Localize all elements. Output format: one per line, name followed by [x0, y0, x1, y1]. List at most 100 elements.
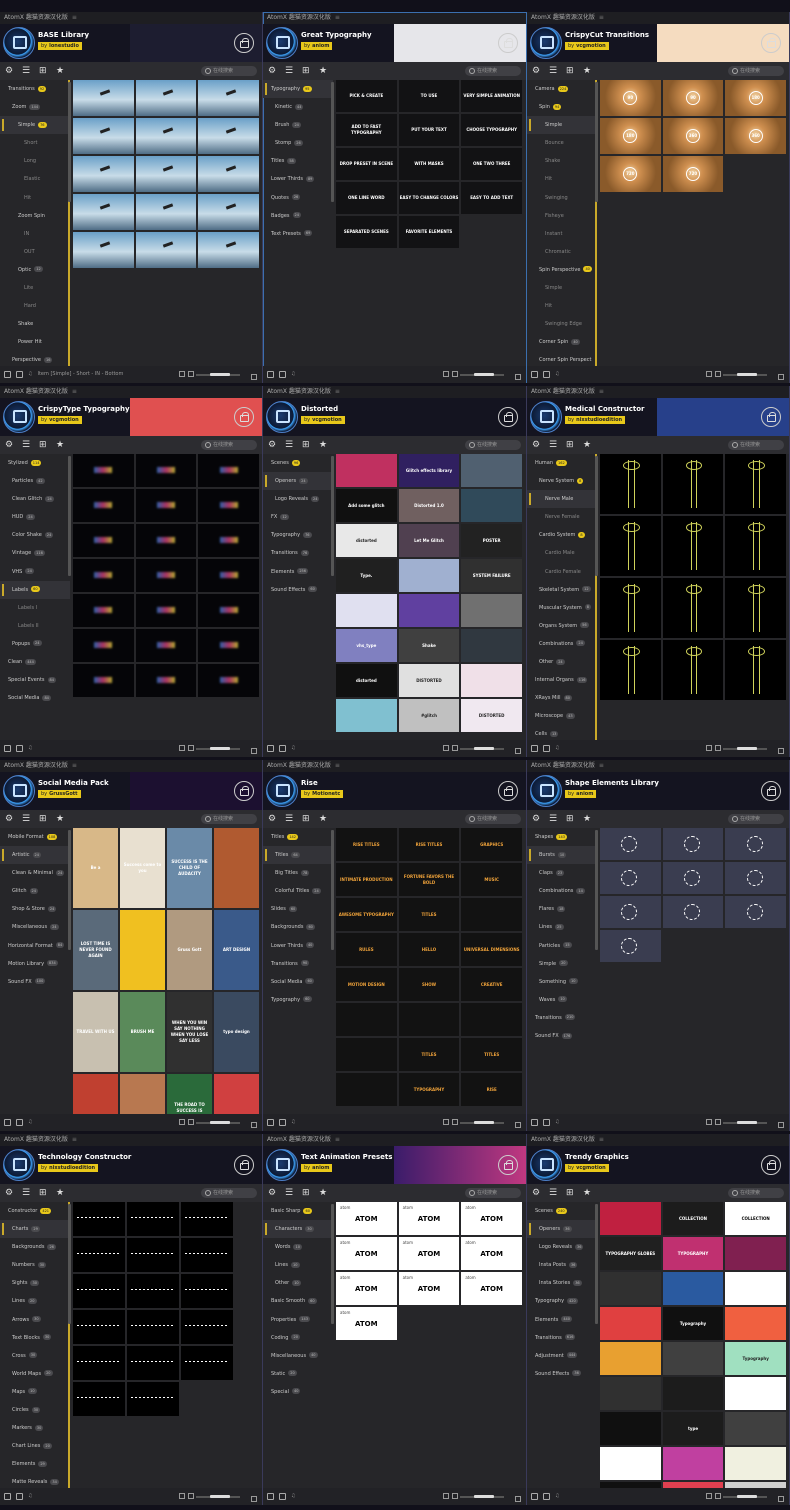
thumbnail[interactable]: atom ATOM — [461, 1272, 522, 1305]
thumbnail[interactable] — [662, 1272, 724, 1305]
category-item[interactable]: Logo Reveals 24 — [263, 490, 333, 508]
category-item[interactable]: Titles 58 — [263, 152, 333, 170]
library-panel[interactable]: AtomX 趣猫资源汉化版 ≡ Medical Constructor by nixst… — [527, 386, 790, 757]
category-item[interactable]: Badges 24 — [263, 207, 333, 225]
category-item[interactable]: Openers 24 — [263, 472, 333, 491]
thumbnail[interactable]: TITLES — [398, 898, 460, 931]
thumbnail[interactable] — [461, 898, 522, 931]
thumbnail[interactable]: RISE TITLES — [336, 828, 397, 861]
music-icon[interactable]: ♫ — [291, 1488, 295, 1505]
thumbnail[interactable] — [725, 640, 786, 700]
category-item[interactable]: Sound FX 100 — [0, 973, 70, 991]
layout-icon[interactable] — [279, 371, 286, 378]
sliders-icon[interactable]: ⚙ — [5, 66, 14, 76]
thumbnail[interactable]: atom ATOM — [398, 1202, 460, 1235]
thumbnail[interactable]: SYSTEM FAILURE — [461, 559, 522, 592]
thumbnail[interactable]: ADD TO FAST TYPOGRAPHY — [336, 114, 397, 146]
settings-icon[interactable] — [4, 1119, 11, 1126]
thumbnail[interactable]: FORTUNE FAVORS THE BOLD — [398, 863, 460, 896]
cart-icon[interactable] — [234, 1155, 254, 1175]
list-icon[interactable]: ☰ — [22, 814, 31, 824]
category-item[interactable]: Cardio Male — [527, 544, 595, 562]
thumbnail[interactable]: TO USE — [398, 80, 460, 112]
layout-icon[interactable] — [279, 1119, 286, 1126]
category-item[interactable]: Adjustment 444 — [527, 1347, 597, 1365]
thumbnail[interactable]: Glitch effects library — [398, 454, 460, 487]
thumbnail[interactable] — [73, 118, 134, 154]
search-input[interactable]: 在线搜索 — [728, 814, 784, 824]
thumbnail[interactable] — [725, 578, 786, 638]
thumbnail[interactable] — [73, 232, 134, 268]
layout-icon[interactable] — [16, 1493, 23, 1500]
search-input[interactable]: 在线搜索 — [728, 440, 784, 450]
thumbnail[interactable] — [73, 559, 134, 592]
thumbnail[interactable] — [198, 629, 259, 662]
thumbnail[interactable]: distorted — [336, 524, 397, 557]
thumbnail[interactable]: Type. — [336, 559, 397, 592]
category-item[interactable]: Insta Stories 36 — [527, 1274, 597, 1292]
menu-icon[interactable]: ≡ — [599, 760, 604, 772]
thumbnail[interactable] — [398, 1003, 460, 1036]
sliders-icon[interactable]: ⚙ — [268, 1188, 277, 1198]
category-item[interactable]: Clean 444 — [0, 653, 70, 671]
category-item[interactable]: Cardio System 8 — [527, 526, 595, 544]
folder-icon[interactable] — [251, 1119, 257, 1131]
category-item[interactable]: Corner Spin 40 — [527, 333, 595, 351]
thumbnail[interactable]: Shake — [398, 629, 460, 662]
thumbnail[interactable]: 90 — [662, 80, 724, 116]
sliders-icon[interactable]: ⚙ — [268, 814, 277, 824]
folder-icon[interactable] — [251, 371, 257, 383]
category-item[interactable]: Special 40 — [263, 1383, 333, 1401]
thumbnail-size-slider[interactable] — [196, 747, 240, 750]
sliders-icon[interactable]: ⚙ — [532, 814, 541, 824]
star-icon[interactable]: ★ — [56, 814, 65, 824]
list-icon[interactable]: ☰ — [549, 814, 558, 824]
search-input[interactable]: 在线搜索 — [201, 440, 257, 450]
category-item[interactable]: Vintage 116 — [0, 544, 70, 562]
thumbnail-size-slider[interactable] — [460, 1495, 504, 1498]
category-item[interactable]: Static 20 — [263, 1365, 333, 1383]
category-item[interactable]: Mobile Format 108 — [0, 828, 70, 846]
category-item[interactable]: Matte Reveals 34 — [0, 1473, 68, 1488]
cart-icon[interactable] — [498, 1155, 518, 1175]
thumbnail[interactable] — [600, 640, 661, 700]
thumbnail[interactable] — [662, 862, 724, 894]
thumbnail[interactable] — [461, 489, 522, 522]
thumbnail[interactable]: TYPOGRAPHY GLOBES — [600, 1237, 661, 1270]
category-item[interactable]: Swinging Edge — [527, 315, 595, 333]
layout-icon[interactable] — [543, 745, 550, 752]
scrollbar[interactable] — [331, 82, 334, 202]
menu-icon[interactable]: ≡ — [599, 1134, 604, 1146]
category-item[interactable]: Optic 12 — [0, 261, 68, 279]
add-file-icon[interactable]: ⊞ — [566, 814, 575, 824]
category-item[interactable]: Typography 95 — [263, 80, 333, 99]
category-item[interactable]: Zoom 144 — [0, 98, 68, 116]
thumbnail[interactable] — [73, 1202, 125, 1236]
author-badge[interactable]: by aniom — [565, 790, 597, 798]
thumbnail[interactable]: atom ATOM — [461, 1202, 522, 1235]
thumbnail[interactable]: 720 — [662, 156, 724, 192]
thumbnail[interactable] — [73, 194, 134, 230]
list-icon[interactable]: ☰ — [549, 1188, 558, 1198]
category-item[interactable]: Scenes 240 — [527, 1202, 597, 1220]
category-item[interactable]: Bounce — [527, 134, 595, 152]
thumbnail[interactable]: Let Me Glitch — [398, 524, 460, 557]
thumbnail[interactable]: THE ROAD TO SUCCESS IS ALWAYS UNDER CONS… — [167, 1074, 212, 1114]
library-panel[interactable]: AtomX 趣猫资源汉化版 ≡ CrispyCut Transitions by vcg… — [527, 12, 790, 383]
category-item[interactable]: Chart Lines 20 — [0, 1437, 68, 1455]
thumbnail[interactable] — [600, 516, 661, 576]
thumbnail[interactable] — [336, 454, 397, 487]
thumbnail[interactable] — [461, 1003, 522, 1036]
add-file-icon[interactable]: ⊞ — [39, 66, 48, 76]
thumbnail[interactable] — [198, 194, 259, 230]
category-item[interactable]: VHS 24 — [0, 563, 70, 581]
thumbnail[interactable]: TITLES — [461, 1038, 522, 1071]
thumbnail[interactable]: INTIMATE PRODUCTION — [336, 863, 397, 896]
category-item[interactable]: Simple 20 — [527, 955, 597, 973]
thumbnail[interactable]: 720 — [600, 156, 661, 192]
layout-icon[interactable] — [16, 745, 23, 752]
thumbnail[interactable]: 180 — [725, 80, 786, 116]
cart-icon[interactable] — [234, 33, 254, 53]
settings-icon[interactable] — [531, 745, 538, 752]
category-item[interactable]: Elements 256 — [263, 563, 333, 581]
